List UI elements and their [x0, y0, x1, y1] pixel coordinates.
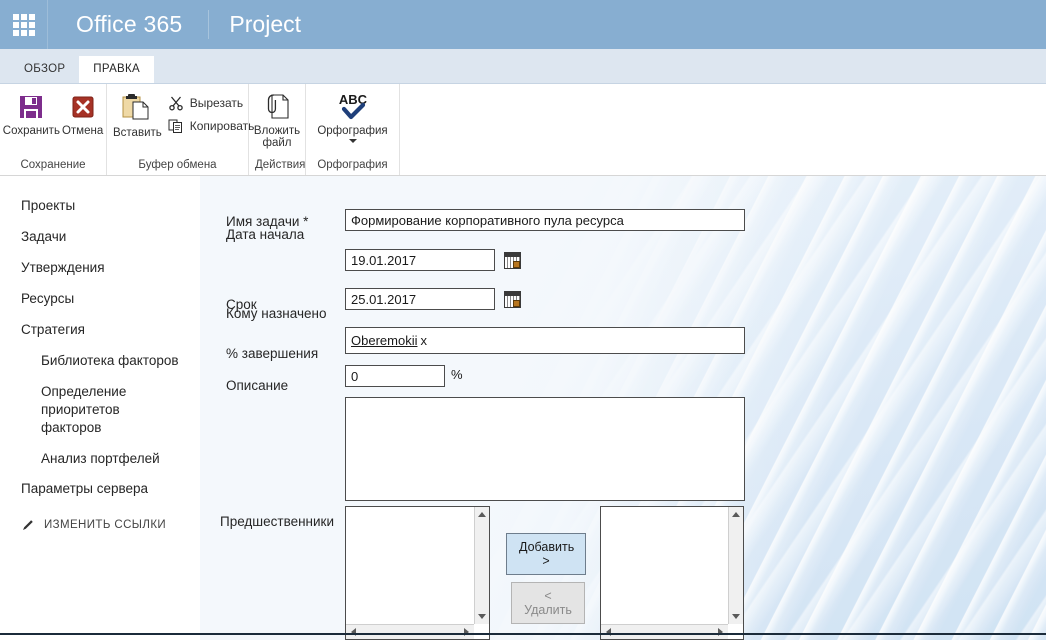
sidebar-item-approvals[interactable]: Утверждения: [0, 260, 200, 276]
paste-button-label: Вставить: [113, 127, 162, 139]
cut-button[interactable]: Вырезать: [164, 94, 259, 112]
attach-file-button-label: Вложить файл: [253, 125, 301, 149]
pencil-icon: [23, 520, 33, 530]
scroll-up-icon[interactable]: [478, 512, 486, 517]
assigned-to-person[interactable]: Oberemokii: [351, 333, 417, 348]
project-task-edit-page: Office 365 Project ОБЗОР ПРАВКА Сохранит…: [0, 0, 1046, 640]
percent-sign-label: %: [451, 367, 463, 382]
copy-button[interactable]: Копировать: [164, 117, 259, 135]
percent-complete-label: % завершения: [226, 346, 319, 361]
ribbon-group-clipboard: Вставить Вырезать Копировать Буфер обмен…: [107, 84, 254, 175]
app-launcher-icon: [12, 13, 35, 36]
assigned-to-field[interactable]: Oberemokii x: [345, 327, 745, 354]
tab-obzor[interactable]: ОБЗОР: [10, 56, 79, 83]
sidebar-item-tasks[interactable]: Задачи: [0, 229, 200, 245]
save-floppy-icon: [20, 96, 43, 118]
left-navigation: Проекты Задачи Утверждения Ресурсы Страт…: [0, 176, 200, 640]
start-date-calendar-icon[interactable]: [504, 252, 521, 269]
save-button[interactable]: Сохранить: [3, 88, 60, 137]
sidebar-item-resources[interactable]: Ресурсы: [0, 291, 200, 307]
scrollbar-corner: [728, 624, 743, 639]
sidebar-item-driver-prioritization[interactable]: Определение приоритетов факторов: [0, 383, 150, 437]
cancel-x-icon: [72, 96, 94, 118]
scroll-down-icon[interactable]: [732, 614, 740, 619]
task-edit-form: Имя задачи * Дата начала Срок Кому назна…: [200, 176, 1046, 640]
assigned-to-label: Кому назначено: [226, 306, 327, 321]
paste-clipboard-icon: [122, 94, 149, 120]
selected-vertical-scrollbar[interactable]: [728, 507, 743, 624]
copy-button-label: Копировать: [189, 119, 255, 133]
ribbon-group-spelling: ABC Орфография Орфография: [306, 84, 400, 175]
task-name-input[interactable]: [345, 209, 745, 231]
scroll-up-icon[interactable]: [732, 512, 740, 517]
sidebar-item-driver-library[interactable]: Библиотека факторов: [0, 353, 200, 369]
ribbon-toolbar: Сохранить Отмена Сохранение Вставить Выр…: [0, 84, 1046, 176]
predecessors-label: Предшественники: [220, 514, 334, 529]
remove-predecessor-button[interactable]: < Удалить: [511, 582, 585, 624]
cancel-button-label: Отмена: [61, 125, 104, 137]
scroll-down-icon[interactable]: [478, 614, 486, 619]
predecessors-selected-listbox[interactable]: [600, 506, 744, 640]
sidebar-item-portfolio-analyses[interactable]: Анализ портфелей: [0, 451, 200, 467]
available-vertical-scrollbar[interactable]: [474, 507, 489, 624]
office365-suite-bar: Office 365 Project: [0, 0, 1046, 49]
cancel-button[interactable]: Отмена: [62, 88, 103, 137]
description-label: Описание: [226, 378, 289, 393]
spelling-abc-check-icon: ABC: [338, 92, 367, 120]
edit-links-button[interactable]: ИЗМЕНИТЬ ССЫЛКИ: [0, 518, 200, 532]
available-horizontal-scrollbar[interactable]: [346, 624, 474, 639]
site-title-link[interactable]: Project: [209, 0, 321, 49]
spelling-button-label: Орфография: [317, 125, 388, 137]
save-button-label: Сохранить: [2, 125, 60, 137]
description-textarea[interactable]: [345, 397, 745, 501]
ribbon-group-clipboard-title: Буфер обмена: [138, 159, 217, 171]
percent-complete-input[interactable]: [345, 365, 445, 387]
cut-button-label: Вырезать: [189, 96, 244, 110]
spelling-button[interactable]: ABC Орфография: [312, 88, 393, 143]
assigned-to-remove-icon[interactable]: x: [420, 333, 427, 348]
ribbon-tabstrip: ОБЗОР ПРАВКА: [0, 49, 1046, 84]
sidebar-item-projects[interactable]: Проекты: [0, 198, 200, 214]
ribbon-group-spelling-title: Орфография: [317, 159, 388, 171]
suite-brand-label[interactable]: Office 365: [48, 0, 208, 49]
ribbon-group-save-title: Сохранение: [20, 159, 86, 171]
due-date-input[interactable]: [345, 288, 495, 310]
page-bottom-border: [0, 633, 1046, 635]
copy-icon: [168, 119, 182, 133]
sidebar-item-strategy[interactable]: Стратегия: [0, 322, 200, 338]
ribbon-group-actions: Вложить файл Действия: [249, 84, 306, 175]
selected-horizontal-scrollbar[interactable]: [601, 624, 728, 639]
tab-pravka[interactable]: ПРАВКА: [79, 56, 154, 83]
ribbon-group-save: Сохранить Отмена Сохранение: [0, 84, 107, 175]
page-content: Проекты Задачи Утверждения Ресурсы Страт…: [0, 176, 1046, 640]
scrollbar-corner: [474, 624, 489, 639]
start-date-input[interactable]: [345, 249, 495, 271]
attach-file-icon: [267, 94, 289, 119]
scissors-icon: [169, 96, 183, 111]
add-predecessor-button[interactable]: Добавить >: [506, 533, 586, 575]
start-date-label: Дата начала: [226, 227, 305, 242]
ribbon-group-actions-title: Действия: [255, 159, 306, 171]
chevron-down-icon[interactable]: [348, 139, 357, 143]
due-date-calendar-icon[interactable]: [504, 291, 521, 308]
edit-links-label: ИЗМЕНИТЬ ССЫЛКИ: [44, 519, 167, 531]
predecessors-available-listbox[interactable]: [345, 506, 490, 640]
app-launcher-button[interactable]: [0, 0, 48, 49]
paste-button[interactable]: Вставить: [113, 88, 162, 139]
attach-file-button[interactable]: Вложить файл: [254, 88, 300, 149]
sidebar-item-server-settings[interactable]: Параметры сервера: [0, 481, 200, 497]
